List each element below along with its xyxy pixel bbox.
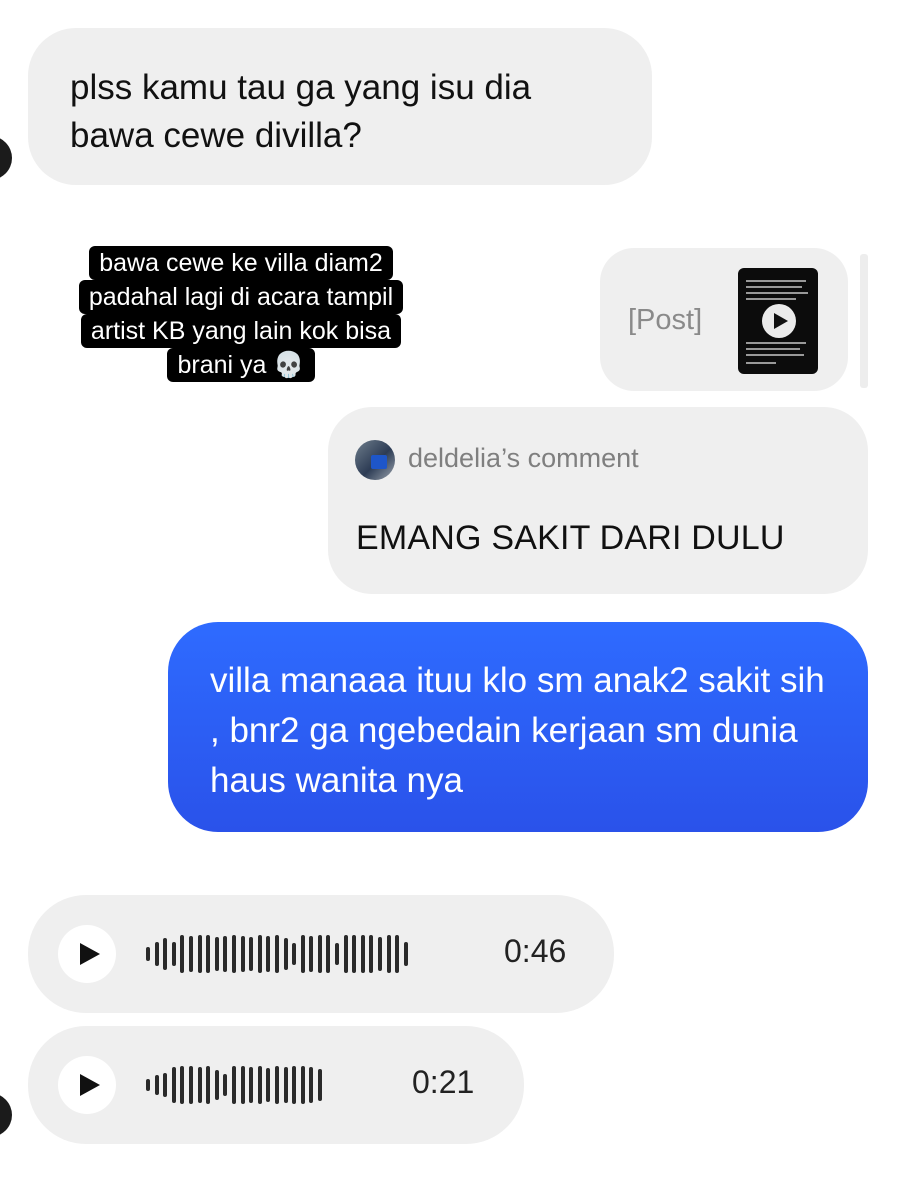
message-text: plss kamu tau ga yang isu dia bawa cewe …	[70, 68, 532, 155]
waveform-bar	[163, 938, 168, 970]
waveform-bar	[231, 1066, 236, 1104]
caption-line: brani ya 💀	[167, 348, 315, 382]
waveform-bar	[146, 1079, 150, 1091]
post-label: [Post]	[628, 304, 703, 336]
comment-text: EMANG SAKIT DARI DULU	[356, 519, 785, 557]
waveform-bar	[343, 935, 348, 973]
waveform-bar	[360, 935, 365, 973]
incoming-message[interactable]: plss kamu tau ga yang isu dia bawa cewe …	[28, 28, 652, 185]
waveform-bar	[214, 937, 219, 971]
voice-message[interactable]: 0:46	[28, 895, 614, 1013]
waveform-bar	[206, 935, 211, 973]
waveform-bar	[335, 943, 340, 965]
waveform-bar	[300, 1066, 305, 1104]
waveform-bar	[223, 936, 228, 972]
waveform-bar	[283, 1067, 288, 1103]
voice-duration: 0:21	[412, 1064, 475, 1100]
waveform-bar	[154, 942, 159, 966]
waveform-bar	[257, 1066, 262, 1104]
waveform-bar	[309, 936, 314, 972]
commenter-avatar[interactable]	[355, 440, 395, 480]
voice-duration: 0:46	[504, 933, 567, 969]
waveform-bar	[180, 1066, 185, 1104]
waveform-bar	[326, 935, 331, 973]
waveform-bar	[197, 935, 202, 973]
waveform-bar	[240, 936, 245, 972]
waveform-bar	[154, 1075, 159, 1095]
waveform-bar	[283, 938, 288, 970]
caption-line: artist KB yang lain kok bisa	[80, 314, 402, 348]
sender-avatar[interactable]	[0, 136, 12, 180]
play-icon[interactable]	[762, 304, 796, 338]
caption-line: bawa cewe ke villa diam2	[89, 246, 393, 280]
outgoing-message[interactable]: villa manaaa ituu klo sm anak2 sakit sih…	[168, 622, 868, 832]
waveform[interactable]	[146, 931, 408, 977]
waveform-bar	[352, 935, 357, 973]
waveform-bar	[163, 1073, 168, 1097]
waveform-bar	[292, 943, 297, 965]
waveform-bar	[274, 935, 279, 973]
waveform-bar	[249, 1067, 254, 1103]
waveform-bar	[231, 935, 236, 973]
waveform-bar	[378, 937, 383, 971]
waveform-bar	[317, 1069, 322, 1101]
play-icon[interactable]	[58, 925, 116, 983]
shared-post-bubble[interactable]: [Post]	[600, 248, 848, 391]
waveform-bar	[266, 1068, 271, 1102]
waveform-bar	[395, 935, 400, 973]
waveform-bar	[240, 1066, 245, 1104]
voice-message[interactable]: 0:21	[28, 1026, 524, 1144]
caption-line: padahal lagi di acara tampil	[78, 280, 404, 314]
waveform[interactable]	[146, 1062, 322, 1108]
waveform-bar	[206, 1066, 211, 1104]
waveform-bar	[369, 935, 374, 973]
waveform-bar	[146, 947, 150, 961]
waveform-bar	[386, 935, 391, 973]
waveform-bar	[188, 1066, 193, 1104]
waveform-bar	[223, 1074, 228, 1096]
post-thumbnail[interactable]	[738, 268, 818, 374]
waveform-bar	[266, 936, 271, 972]
comment-author: deldelia’s comment	[408, 443, 639, 473]
waveform-bar	[403, 942, 408, 966]
waveform-bar	[214, 1070, 219, 1100]
waveform-bar	[292, 1066, 297, 1104]
waveform-bar	[180, 935, 185, 973]
waveform-bar	[300, 935, 305, 973]
waveform-bar	[171, 1067, 176, 1103]
message-text: villa manaaa ituu klo sm anak2 sakit sih…	[210, 661, 825, 800]
story-reply-caption: bawa cewe ke villa diam2 padahal lagi di…	[48, 246, 434, 382]
waveform-bar	[249, 937, 254, 971]
sender-avatar[interactable]	[0, 1093, 12, 1137]
waveform-bar	[171, 942, 176, 966]
waveform-bar	[257, 935, 262, 973]
reply-indicator-bar	[860, 254, 868, 388]
shared-comment-bubble[interactable]: deldelia’s comment EMANG SAKIT DARI DULU	[328, 407, 868, 594]
waveform-bar	[309, 1067, 314, 1103]
waveform-bar	[197, 1067, 202, 1103]
waveform-bar	[188, 936, 193, 972]
waveform-bar	[317, 935, 322, 973]
play-icon[interactable]	[58, 1056, 116, 1114]
waveform-bar	[274, 1066, 279, 1104]
